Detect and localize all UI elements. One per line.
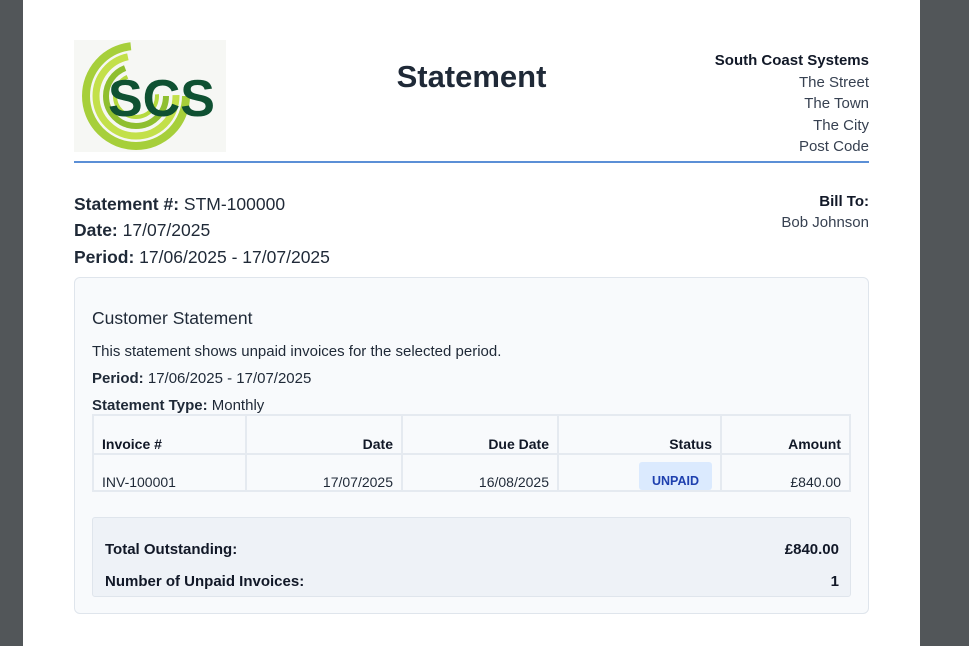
statement-period-label: Period: [74, 246, 135, 267]
column-header-invoice: Invoice # [92, 414, 247, 455]
statement-number-line: Statement #: STM-100000 [74, 191, 330, 217]
bill-to-label: Bill To: [819, 193, 869, 210]
statement-number-label: Statement #: [74, 194, 180, 214]
statement-type-label: Statement Type: [92, 397, 208, 414]
statement-number: STM-100000 [183, 194, 286, 214]
invoice-status-cell: UNPAID [557, 453, 722, 492]
column-header-date: Date [245, 414, 403, 455]
table-header-row: Invoice # Date Due Date Status Amount [92, 414, 851, 455]
statement-type-value: Monthly [211, 397, 265, 414]
unpaid-count-label: Number of Unpaid Invoices: [105, 573, 305, 590]
invoice-due-date-cell: 16/08/2025 [401, 453, 559, 492]
company-logo: SCS [74, 40, 226, 152]
address-line: The Town [804, 95, 869, 113]
company-address: South Coast Systems The Street The Town … [715, 50, 869, 158]
statement-period: 17/06/2025 - 17/07/2025 [139, 246, 330, 267]
company-name: South Coast Systems [714, 52, 869, 69]
address-line: The Street [798, 73, 869, 91]
address-line: The City [813, 116, 869, 134]
statement-date-label: Date: [74, 220, 118, 241]
panel-title: Customer Statement [92, 308, 253, 328]
status-badge: UNPAID [639, 462, 712, 490]
totals-box: Total Outstanding: £840.00 Number of Unp… [92, 517, 851, 597]
address-line: Post Code [798, 138, 869, 156]
invoice-number-cell: INV-100001 [92, 453, 247, 492]
unpaid-count-value: 1 [830, 573, 839, 590]
column-header-due-date: Due Date [401, 414, 559, 455]
bill-to-name: Bob Johnson [781, 214, 869, 231]
invoice-amount-cell: £840.00 [720, 453, 851, 492]
panel-description: This statement shows unpaid invoices for… [92, 343, 502, 360]
total-outstanding-value: £840.00 [784, 541, 839, 558]
panel-period-value: 17/06/2025 - 17/07/2025 [147, 370, 312, 387]
statement-meta: Statement #: STM-100000 Date: 17/07/2025… [74, 191, 330, 270]
statement-page: SCS Statement South Coast Systems The St… [23, 0, 920, 646]
statement-period-line: Period: 17/06/2025 - 17/07/2025 [74, 244, 330, 270]
header-divider [74, 161, 869, 163]
panel-statement-type: Statement Type: Monthly [92, 397, 264, 414]
bill-to: Bill To: Bob Johnson [781, 191, 869, 233]
customer-statement-panel: Customer Statement This statement shows … [74, 277, 869, 614]
column-header-status: Status [557, 414, 722, 455]
panel-period-label: Period: [92, 370, 144, 387]
statement-date: 17/07/2025 [122, 220, 211, 241]
statement-date-line: Date: 17/07/2025 [74, 217, 330, 243]
invoice-table: Invoice # Date Due Date Status Amount IN… [92, 414, 851, 492]
panel-period: Period: 17/06/2025 - 17/07/2025 [92, 370, 311, 387]
table-row: INV-100001 17/07/2025 16/08/2025 UNPAID … [92, 453, 851, 492]
total-outstanding-label: Total Outstanding: [105, 541, 238, 558]
invoice-date-cell: 17/07/2025 [245, 453, 403, 492]
column-header-amount: Amount [720, 414, 851, 455]
